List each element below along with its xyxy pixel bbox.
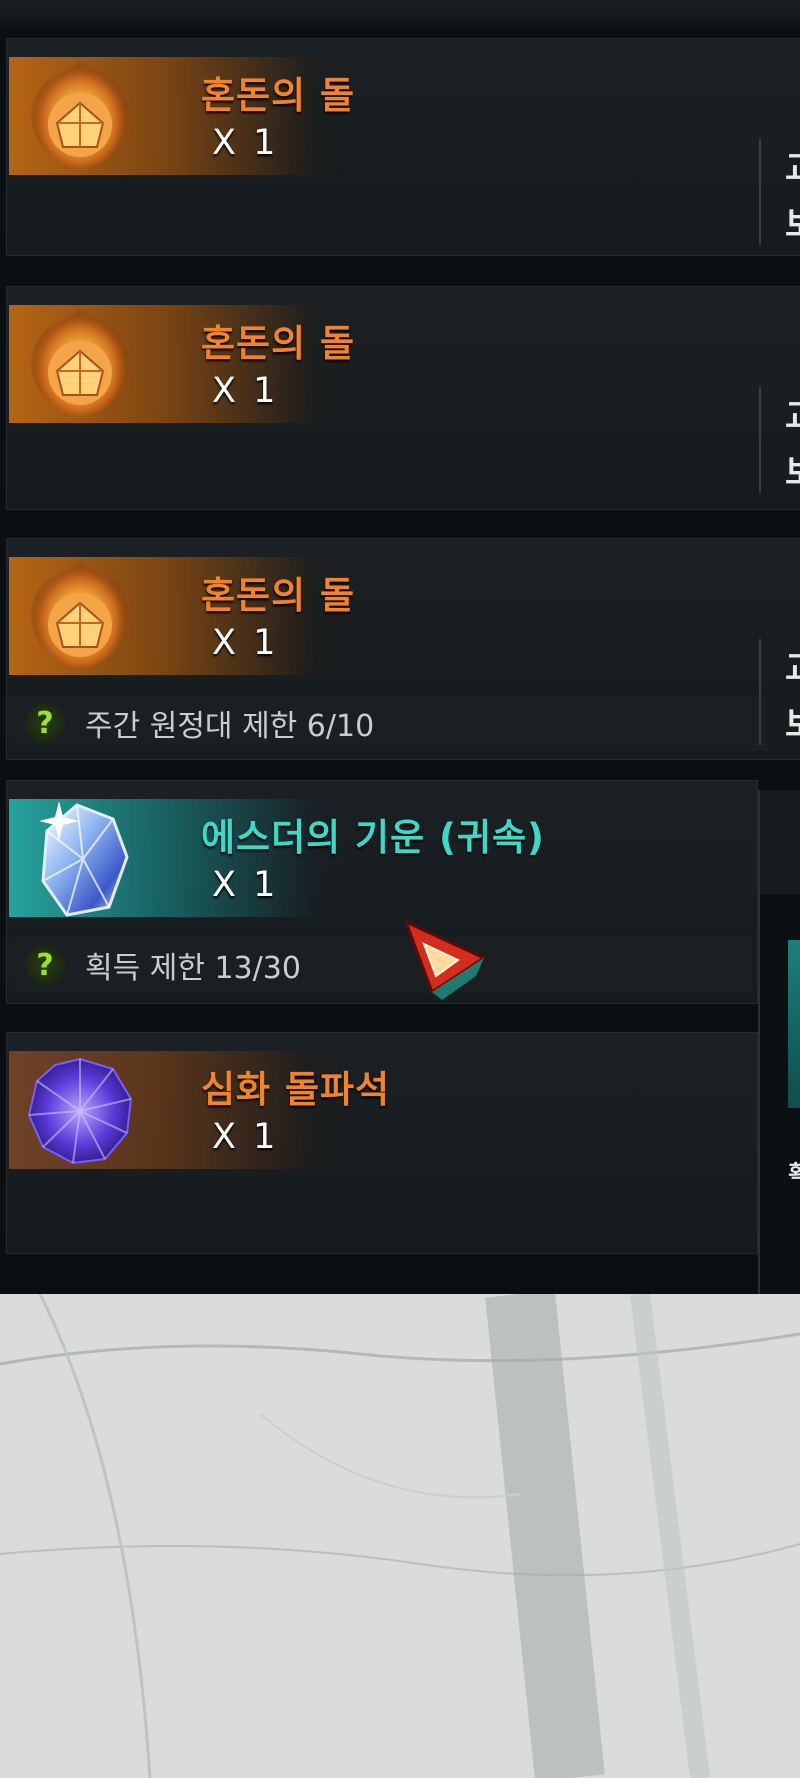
limit-row: ? 주간 원정대 제한 6/10: [9, 695, 769, 751]
marble-floor-pattern: [0, 1294, 800, 1778]
clipped-text: 보: [785, 445, 800, 494]
tooltip-item-icon: [788, 940, 800, 1108]
game-scene-background: [0, 1294, 800, 1778]
advanced-breakthrough-stone-icon: [27, 1057, 133, 1165]
chaos-stone-icon: [31, 307, 129, 419]
clipped-text: 보: [785, 197, 800, 246]
reward-item-card[interactable]: 심화 돌파석 X 1: [6, 1032, 758, 1254]
esther-energy-crystal-icon: [39, 801, 129, 917]
column-divider: [759, 139, 761, 245]
item-name: 혼돈의 돌: [201, 322, 356, 365]
question-mark-icon[interactable]: ?: [25, 703, 65, 743]
reward-item-card[interactable]: 혼돈의 돌 X 1 교 보: [6, 38, 800, 256]
clipped-text: 교: [785, 641, 800, 690]
reward-item-card[interactable]: 혼돈의 돌 X 1 교 보: [6, 286, 800, 510]
reward-item-card[interactable]: 혼돈의 돌 X 1 ? 주간 원정대 제한 6/10 교 보: [6, 538, 800, 760]
chaos-stone-icon: [31, 559, 129, 671]
clipped-text: 보: [785, 697, 800, 746]
reward-list[interactable]: 혼돈의 돌 X 1 교 보 혼돈의 돌 X 1 교 보: [0, 32, 800, 1294]
item-quantity: X 1: [212, 123, 279, 163]
item-name: 심화 돌파석: [201, 1068, 391, 1111]
chaos-stone-icon: [31, 59, 129, 171]
item-quantity: X 1: [212, 865, 279, 905]
cursor-pointer-icon: [403, 919, 486, 1000]
previous-item-strip: [0, 0, 800, 32]
item-quantity: X 1: [212, 623, 279, 663]
clipped-text: 교: [785, 141, 800, 190]
clipped-text: 교: [785, 389, 800, 438]
item-quantity: X 1: [212, 371, 279, 411]
item-quantity: X 1: [212, 1117, 279, 1157]
limit-text: 주간 원정대 제한 6/10: [85, 709, 375, 744]
reward-item-card[interactable]: 에스더의 기운 (귀속) X 1 ? 획득 제한 13/30: [6, 780, 758, 1004]
question-mark-icon[interactable]: ?: [25, 945, 65, 985]
item-name: 혼돈의 돌: [201, 574, 356, 617]
column-divider: [759, 387, 761, 493]
limit-text: 획득 제한 13/30: [85, 951, 301, 986]
limit-row: ? 획득 제한 13/30: [9, 937, 753, 993]
tooltip-text: 획: [788, 1162, 800, 1187]
column-divider: [759, 639, 761, 745]
item-name: 혼돈의 돌: [201, 74, 356, 117]
item-name: 에스더의 기운 (귀속): [201, 816, 545, 859]
tooltip-header: [760, 790, 800, 894]
